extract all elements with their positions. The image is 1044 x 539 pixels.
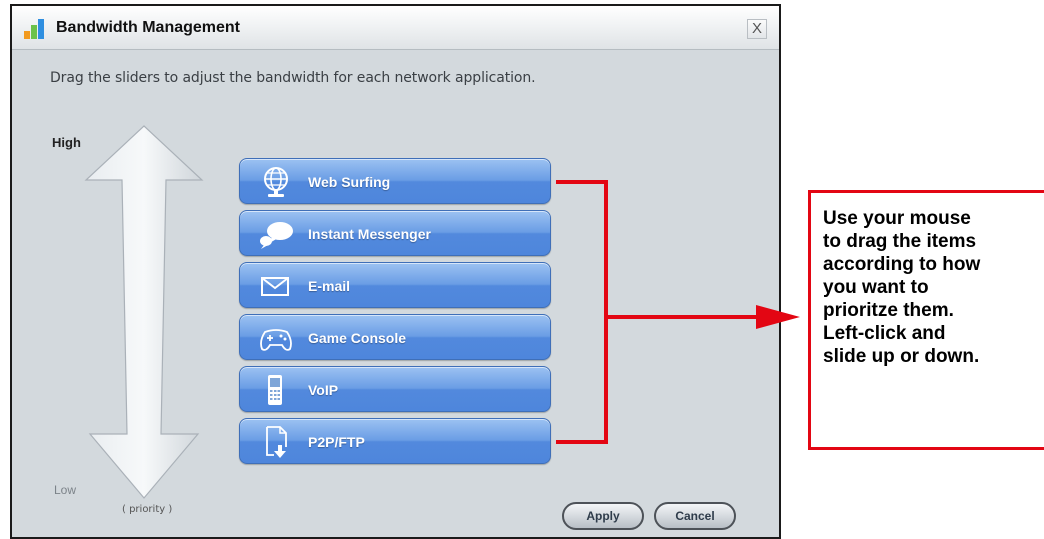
callout-line: Left-click and (823, 323, 946, 344)
callout-line: according to how (823, 254, 981, 275)
callout-line: slide up or down. (823, 346, 980, 367)
callout-line: prioritze them. (823, 300, 954, 321)
callout-line: to drag the items (823, 231, 977, 252)
instruction-callout: Use your mouse to drag the items accordi… (808, 190, 1044, 450)
callout-line: Use your mouse (823, 208, 971, 229)
callout-line: you want to (823, 277, 929, 298)
